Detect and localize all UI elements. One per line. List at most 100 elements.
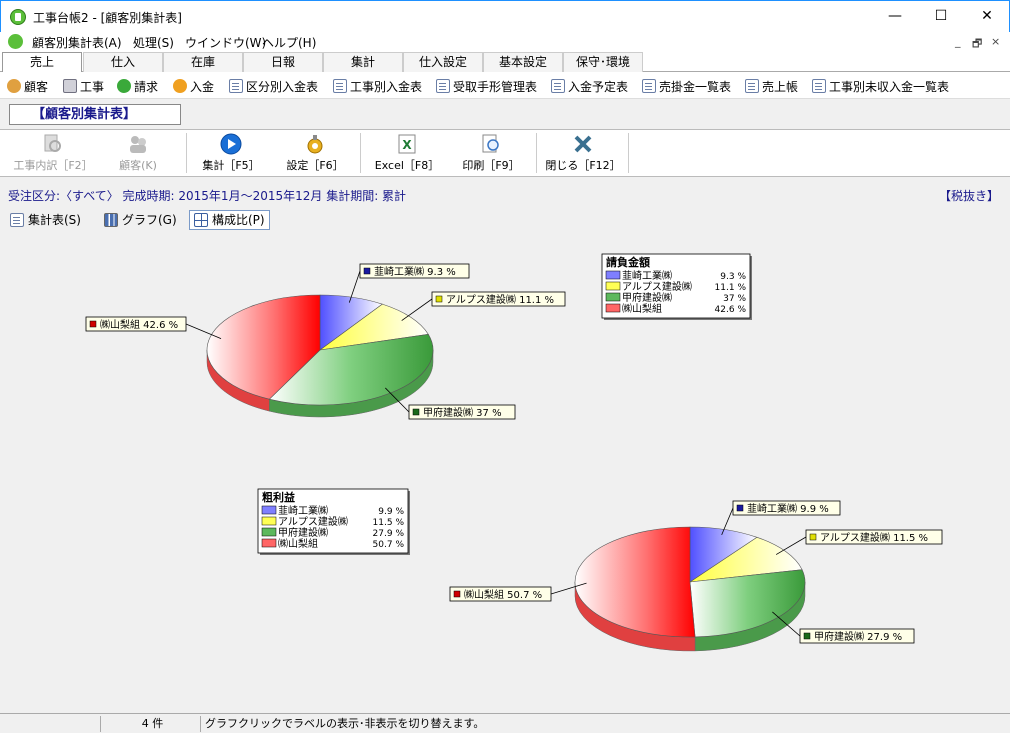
quick-category-payment-label: 区分別入金表 (246, 79, 319, 94)
dollar-icon (117, 79, 131, 93)
legend-swatch-1-0 (605, 270, 621, 280)
document-icon (812, 79, 826, 93)
status-bar: 4 件 グラフクリックでラベルの表示･非表示を切り替えます。 (0, 713, 1010, 733)
quick-billing[interactable]: 請求 (117, 78, 158, 94)
legend-name-1-1: アルプス建設㈱ (622, 280, 692, 293)
mdi-close-button[interactable]: × (991, 35, 1000, 48)
window-title: 工事台帳2 - [顧客別集計表] (33, 11, 182, 25)
aggregate-button[interactable]: 集計［F5］ (186, 133, 276, 175)
customer-button[interactable]: 顧客(K) (93, 133, 183, 175)
quick-sales-ledger-label: 売上帳 (762, 79, 799, 94)
legend-value-1-2: 37 % (723, 294, 746, 304)
quick-category-payment[interactable]: 区分別入金表 (229, 78, 318, 94)
pie-label-1-2: 甲府建設㈱ 37 % (423, 406, 502, 419)
title-bar: 工事台帳2 - [顧客別集計表] — ☐ ✕ (0, 0, 1010, 32)
tab-purchase[interactable]: 仕入 (83, 52, 163, 72)
tab-aggregate[interactable]: 集計 (323, 52, 403, 72)
toolbar-separator (628, 133, 629, 173)
print-button-label: 印刷［F9］ (462, 159, 520, 172)
legend-name-1-3: ㈱山梨組 (622, 302, 662, 315)
pie-label-swatch-1-2 (412, 408, 420, 416)
menu-bar: 顧客別集計表(A) 処理(S) ウインドウ(W) ヘルプ(H) _ 🗗 × (0, 32, 1010, 52)
pie-label-swatch-2-2 (803, 632, 811, 640)
svg-text:X: X (402, 138, 412, 152)
customer-button-label: 顧客(K) (119, 159, 157, 172)
settings-button[interactable]: 設定［F6］ (270, 133, 360, 175)
quick-unpaid-list[interactable]: 工事別未収入金一覧表 (812, 78, 949, 94)
legend-value-2-0: 9.9 % (378, 507, 404, 517)
pie-label-swatch-2-0 (736, 504, 744, 512)
quick-notes-receivable[interactable]: 受取手形管理表 (436, 78, 537, 94)
quick-receivables-list[interactable]: 売掛金一覧表 (642, 78, 731, 94)
play-icon (220, 133, 242, 155)
excel-button[interactable]: X Excel［F8］ (362, 133, 452, 175)
pie-label-2-1: アルプス建設㈱ 11.5 % (820, 531, 928, 544)
pie-label-swatch-1-1 (435, 295, 443, 303)
menu-process[interactable]: 処理(S) (133, 34, 174, 51)
legend-swatch-2-3 (261, 538, 277, 548)
legend-swatch-2-0 (261, 505, 277, 515)
tab-composition-ratio[interactable]: 構成比(P) (189, 210, 270, 230)
pie-label-swatch-1-0 (363, 267, 371, 275)
pie-charts[interactable]: 韮崎工業㈱ 9.3 % アルプス建設㈱ 11.1 % 甲府建設㈱ 37 % ㈱山梨組 … (0, 232, 1010, 712)
toolbar-separator (360, 133, 361, 173)
document-icon (745, 79, 759, 93)
quick-customers[interactable]: 顧客 (7, 78, 48, 94)
aggregate-button-label: 集計［F5］ (202, 159, 260, 172)
excel-button-label: Excel［F8］ (374, 159, 440, 172)
grid-icon (194, 213, 208, 227)
document-icon (551, 79, 565, 93)
quick-unpaid-list-label: 工事別未収入金一覧表 (829, 79, 950, 94)
tab-inventory[interactable]: 在庫 (163, 52, 243, 72)
detail-button[interactable]: 工事内訳［F2］ (8, 133, 98, 175)
pie-label-2-3: ㈱山梨組 50.7 % (464, 588, 542, 601)
mdi-minimize-button[interactable]: _ (955, 35, 961, 48)
magnifier-doc-icon (44, 134, 61, 152)
pie-label-1-1: アルプス建設㈱ 11.1 % (446, 293, 554, 306)
legend-title-2: 粗利益 (262, 490, 295, 504)
quick-payment[interactable]: 入金 (173, 78, 214, 94)
quick-construction-payment[interactable]: 工事別入金表 (333, 78, 422, 94)
app-icon (10, 9, 26, 25)
maximize-button[interactable]: ☐ (918, 1, 964, 33)
quick-construction[interactable]: 工事 (63, 78, 104, 94)
close-button[interactable]: 閉じる［F12］ (538, 133, 628, 175)
tab-purchase-settings[interactable]: 仕入設定 (403, 52, 483, 72)
quick-sales-ledger[interactable]: 売上帳 (745, 78, 798, 94)
close-icon (574, 135, 592, 153)
detail-button-label: 工事内訳［F2］ (13, 159, 93, 172)
quick-payment-label: 入金 (190, 79, 215, 94)
tab-summary-table[interactable]: 集計表(S) (6, 210, 85, 230)
document-icon (436, 79, 450, 93)
close-window-button[interactable]: ✕ (964, 1, 1010, 33)
legend-value-2-3: 50.7 % (373, 540, 405, 550)
table-icon (10, 213, 24, 227)
legend-swatch-2-1 (261, 516, 277, 526)
quick-payment-schedule[interactable]: 入金予定表 (551, 78, 628, 94)
view-tabs: 集計表(S) グラフ(G) 構成比(P) (0, 208, 1010, 232)
minimize-button[interactable]: — (872, 1, 918, 33)
quick-customers-label: 顧客 (24, 79, 49, 94)
legend-name-2-2: 甲府建設㈱ (278, 526, 328, 539)
pie-leader-1-1 (401, 298, 433, 321)
legend-value-2-1: 11.5 % (373, 518, 405, 528)
document-icon (642, 79, 656, 93)
quick-construction-payment-label: 工事別入金表 (350, 79, 423, 94)
menu-customer-summary[interactable]: 顧客別集計表(A) (32, 34, 122, 51)
coin-icon (173, 79, 187, 93)
legend-value-1-0: 9.3 % (720, 272, 746, 282)
pie-leader-2-1 (775, 536, 807, 555)
pie-label-swatch-1-3 (89, 320, 97, 328)
menu-window[interactable]: ウインドウ(W) (185, 34, 266, 51)
tab-daily-report[interactable]: 日報 (243, 52, 323, 72)
tax-mode-label: 【税抜き】 (939, 189, 1000, 203)
tab-graph[interactable]: グラフ(G) (100, 210, 181, 230)
tab-maintenance[interactable]: 保守･環境 (563, 52, 643, 72)
tab-sales[interactable]: 売上 (2, 52, 82, 73)
print-button[interactable]: 印刷［F9］ (446, 133, 536, 175)
chart-area[interactable]: 韮崎工業㈱ 9.3 % アルプス建設㈱ 11.1 % 甲府建設㈱ 37 % ㈱山梨組 … (0, 232, 1010, 712)
tab-basic-settings[interactable]: 基本設定 (483, 52, 563, 72)
toolbar-separator (536, 133, 537, 173)
menu-help[interactable]: ヘルプ(H) (262, 34, 316, 51)
bar-chart-icon (104, 213, 118, 227)
